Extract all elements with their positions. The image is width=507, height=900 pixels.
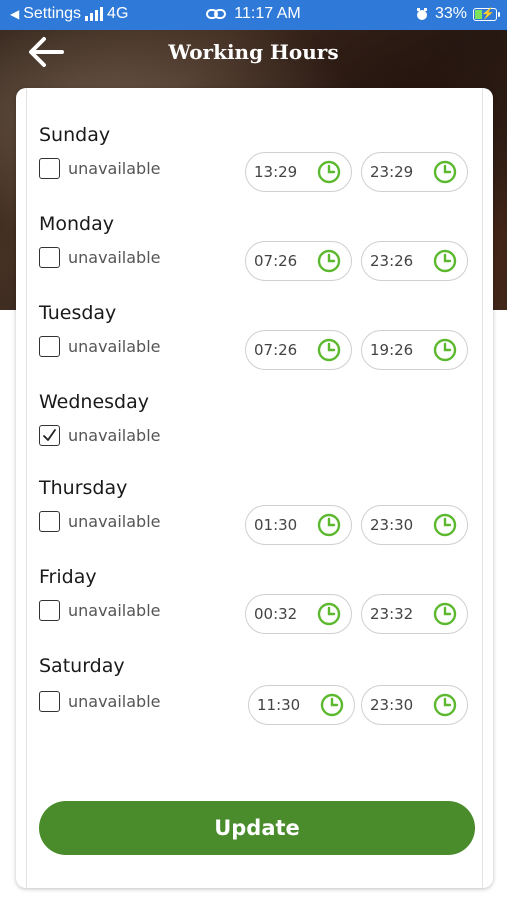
unavailable-toggle[interactable]: unavailable [39, 600, 161, 621]
unavailable-toggle[interactable]: unavailable [39, 247, 161, 268]
start-time-value: 11:30 [257, 696, 301, 714]
start-time-picker[interactable]: 07:26 [245, 241, 352, 281]
unavailable-label: unavailable [68, 159, 161, 178]
day-name: Friday [39, 566, 97, 588]
unavailable-checkbox[interactable] [39, 511, 60, 532]
clock-icon [433, 602, 457, 626]
clock-icon [433, 160, 457, 184]
unavailable-toggle[interactable]: unavailable [39, 158, 161, 179]
unavailable-toggle[interactable]: unavailable [39, 511, 161, 532]
end-time-value: 23:26 [370, 252, 414, 270]
start-time-picker[interactable]: 11:30 [248, 685, 355, 725]
start-time-picker[interactable]: 01:30 [245, 505, 352, 545]
clock-icon [433, 249, 457, 273]
start-time-value: 07:26 [254, 252, 298, 270]
clock-icon [320, 693, 344, 717]
day-name: Monday [39, 213, 115, 235]
unavailable-toggle[interactable]: unavailable [39, 336, 161, 357]
unavailable-label: unavailable [68, 692, 161, 711]
update-button[interactable]: Update [39, 801, 475, 855]
end-time-picker[interactable]: 23:30 [361, 685, 468, 725]
end-time-value: 23:30 [370, 696, 414, 714]
unavailable-label: unavailable [68, 248, 161, 267]
unavailable-checkbox[interactable] [39, 600, 60, 621]
link-icon [206, 9, 227, 19]
start-time-value: 00:32 [254, 605, 298, 623]
unavailable-toggle[interactable]: unavailable [39, 691, 161, 712]
working-hours-card: Sunday unavailable 13:29 23:29 Monday un… [16, 88, 493, 888]
clock-icon [317, 513, 341, 537]
end-time-picker[interactable]: 23:29 [361, 152, 468, 192]
end-time-picker[interactable]: 23:32 [361, 594, 468, 634]
battery-percent: 33% [434, 5, 467, 22]
unavailable-label: unavailable [68, 601, 161, 620]
clock-icon [433, 513, 457, 537]
start-time-picker[interactable]: 13:29 [245, 152, 352, 192]
start-time-value: 13:29 [254, 163, 298, 181]
clock-icon [433, 693, 457, 717]
unavailable-checkbox[interactable] [39, 425, 60, 446]
start-time-value: 07:26 [254, 341, 298, 359]
clock-time: 11:17 AM [234, 5, 301, 22]
start-time-picker[interactable]: 07:26 [245, 330, 352, 370]
unavailable-label: unavailable [68, 337, 161, 356]
end-time-value: 19:26 [370, 341, 414, 359]
day-name: Saturday [39, 655, 125, 677]
end-time-value: 23:30 [370, 516, 414, 534]
day-name: Tuesday [39, 302, 117, 324]
unavailable-toggle[interactable]: unavailable [39, 425, 161, 446]
clock-icon [317, 338, 341, 362]
day-name: Thursday [39, 477, 128, 499]
start-time-picker[interactable]: 00:32 [245, 594, 352, 634]
end-time-value: 23:32 [370, 605, 414, 623]
unavailable-checkbox[interactable] [39, 158, 60, 179]
status-bar-right: 33% ⚡ [415, 5, 500, 23]
end-time-picker[interactable]: 19:26 [361, 330, 468, 370]
page-title: Working Hours [168, 40, 339, 64]
alarm-icon [416, 8, 427, 20]
day-name: Wednesday [39, 391, 150, 413]
unavailable-label: unavailable [68, 512, 161, 531]
clock-icon [317, 602, 341, 626]
unavailable-checkbox[interactable] [39, 336, 60, 357]
start-time-value: 01:30 [254, 516, 298, 534]
end-time-value: 23:29 [370, 163, 414, 181]
unavailable-checkbox[interactable] [39, 247, 60, 268]
end-time-picker[interactable]: 23:30 [361, 505, 468, 545]
clock-icon [317, 249, 341, 273]
clock-icon [317, 160, 341, 184]
end-time-picker[interactable]: 23:26 [361, 241, 468, 281]
unavailable-checkbox[interactable] [39, 691, 60, 712]
battery-icon: ⚡ [473, 7, 500, 21]
unavailable-label: unavailable [68, 426, 161, 445]
checkmark-icon [43, 429, 56, 441]
status-bar: ◀ Settings 4G 11:17 AM 33% ⚡ [0, 0, 507, 30]
day-name: Sunday [39, 124, 111, 146]
clock-icon [433, 338, 457, 362]
